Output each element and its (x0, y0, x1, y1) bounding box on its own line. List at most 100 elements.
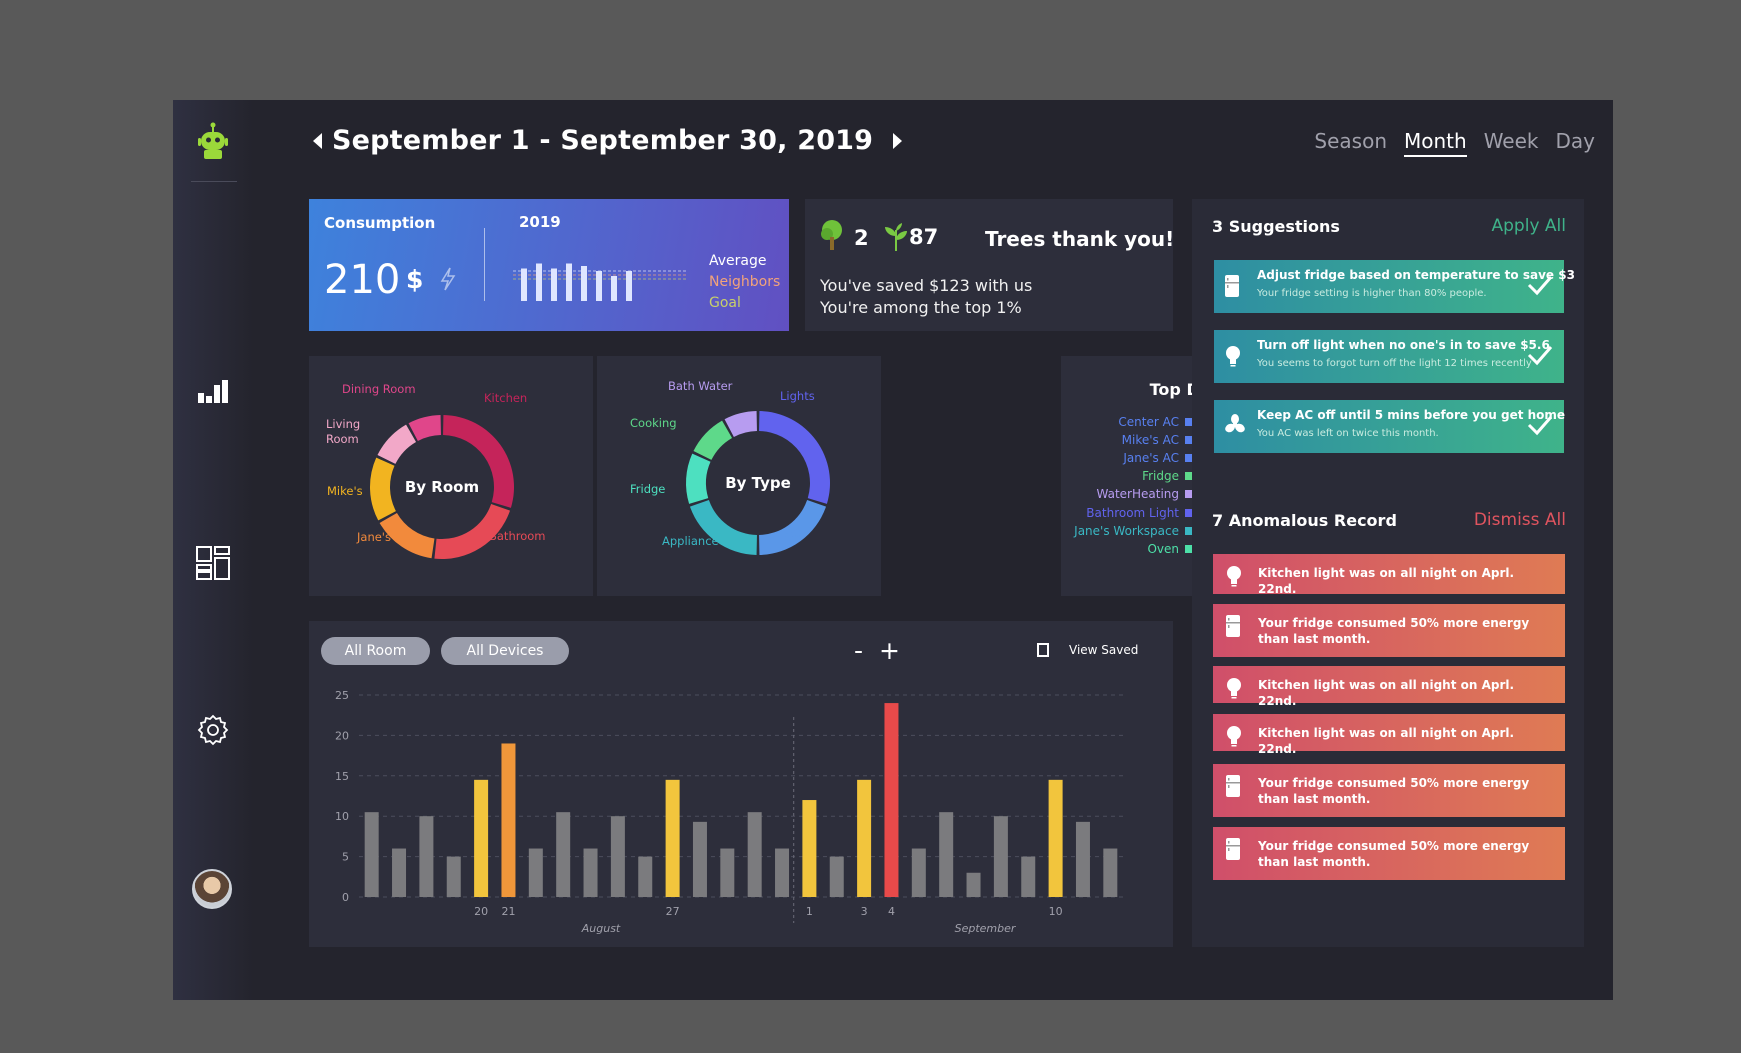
usage-bar (501, 743, 516, 897)
trees-headline: Trees thank you! (985, 227, 1175, 251)
checkmark-icon[interactable] (1526, 341, 1554, 373)
y-tick-label: 10 (335, 810, 349, 823)
usage-bar (474, 779, 489, 897)
donut-slice-label: Mike's (327, 484, 363, 498)
usage-bar (665, 779, 680, 897)
mini-bar (521, 268, 527, 301)
donut-slice-label: Appliance (662, 534, 719, 548)
donut-slice-label: AC (785, 526, 801, 540)
zoom-in-button[interactable]: + (879, 636, 900, 665)
tab-day[interactable]: Day (1556, 129, 1596, 157)
fridge-icon (1225, 774, 1241, 802)
settings-gear-icon[interactable] (173, 714, 253, 746)
usage-bar (1103, 848, 1118, 897)
consumption-year: 2019 (519, 213, 561, 231)
fridge-icon (1225, 614, 1241, 642)
tree-icon (819, 219, 845, 255)
checkmark-icon[interactable] (1526, 411, 1554, 443)
usage-bar (720, 848, 735, 897)
usage-bar (802, 800, 817, 897)
tab-month[interactable]: Month (1404, 129, 1467, 157)
consumption-label: Consumption (324, 214, 436, 232)
y-tick-label: 15 (335, 770, 349, 783)
by-room-donut-chart: By Room Kitchen Bathroom Jane's Mike's Living… (326, 382, 545, 559)
x-tick-label: 1 (806, 905, 813, 918)
usage-bar (419, 816, 434, 897)
next-period-arrow-icon[interactable] (893, 132, 903, 149)
lightbulb-icon (1224, 344, 1242, 372)
top-device-label: Jane's AC (1123, 451, 1179, 466)
top-device-label: Fridge (1142, 469, 1179, 484)
usage-bar-chart: 0 5 10 15 20 25 20 21 27 1 3 4 10 August September (335, 689, 1125, 935)
anomalies-title: 7 Anomalous Record (1212, 511, 1397, 530)
anomaly-text: Kitchen light was on all night on Aprl. … (1258, 726, 1515, 756)
prev-period-arrow-icon[interactable] (313, 132, 322, 149)
usage-bar (911, 848, 926, 897)
anomaly-record[interactable]: Your fridge consumed 50% more energy tha… (1213, 764, 1565, 817)
suggestion-card[interactable]: Turn off light when no one's in to save … (1214, 330, 1564, 383)
anomaly-record[interactable]: Kitchen light was on all night on Aprl. … (1213, 666, 1565, 708)
date-range-title: September 1 - September 30, 2019 (332, 125, 874, 156)
donut-slice (686, 453, 711, 504)
suggestion-card[interactable]: Keep AC off until 5 mins before you get … (1214, 400, 1566, 453)
x-tick-label: 3 (861, 905, 868, 918)
donut-slice-label: Jane's (356, 530, 391, 544)
by-room-card: By Room Kitchen Bathroom Jane's Mike's Living… (309, 356, 593, 596)
y-tick-label: 25 (335, 689, 349, 702)
x-tick-label: 10 (1049, 905, 1063, 918)
user-avatar[interactable] (192, 869, 232, 909)
anomaly-record[interactable]: Your fridge consumed 50% more energy tha… (1213, 604, 1565, 657)
anomaly-record[interactable]: Your fridge consumed 50% more energy tha… (1213, 827, 1565, 880)
usage-bar (1048, 779, 1063, 897)
donut-slice-label: Bath Water (668, 379, 733, 393)
zoom-out-button[interactable]: - (854, 636, 863, 665)
usage-bar (638, 856, 653, 897)
consumption-card: Consumption 210 $ 2019 Average Neighbors… (309, 199, 789, 331)
usage-bar (556, 812, 571, 897)
tab-week[interactable]: Week (1484, 129, 1539, 157)
anomaly-record[interactable]: Kitchen light was on all night on Aprl. … (1213, 714, 1565, 756)
suggestion-title: Keep AC off until 5 mins before you get … (1257, 408, 1566, 422)
apply-all-button[interactable]: Apply All (1492, 216, 1566, 236)
savings-line: You've saved $123 with us (820, 276, 1033, 295)
period-tabs: Season Month Week Day (1314, 129, 1595, 157)
donut-slice (408, 415, 441, 441)
usage-bar (993, 816, 1008, 897)
sidebar-divider (191, 181, 237, 182)
suggestion-card[interactable]: Adjust fridge based on temperature to sa… (1214, 260, 1575, 313)
mini-bar (596, 271, 602, 301)
anomaly-text: Kitchen light was on all night on Aprl. … (1258, 566, 1515, 596)
usage-bar (528, 848, 543, 897)
view-saved-checkbox[interactable] (1037, 643, 1049, 657)
tab-season[interactable]: Season (1314, 129, 1387, 157)
all-devices-filter-button[interactable]: All Devices (441, 637, 569, 665)
usage-bar (446, 856, 461, 897)
usage-bar (966, 872, 981, 897)
legend-goal: Goal (709, 295, 741, 311)
date-range-selector: September 1 - September 30, 2019 (313, 125, 903, 156)
app-window: September 1 - September 30, 2019 Season … (173, 100, 1613, 1000)
mini-bar (536, 263, 542, 301)
dashboard-grid-icon[interactable] (173, 546, 253, 580)
anomaly-text: Your fridge consumed 50% more energy tha… (1258, 839, 1530, 869)
dismiss-all-button[interactable]: Dismiss All (1474, 510, 1566, 530)
suggestion-title: Turn off light when no one's in to save … (1257, 338, 1550, 352)
currency-symbol: $ (406, 265, 424, 294)
donut-slice-label: Dining Room (342, 382, 416, 396)
trees-count: 2 (854, 226, 869, 250)
fridge-icon (1225, 837, 1241, 865)
by-type-card: By Type Lights AC Appliance Fridge Cooking Bat… (597, 356, 881, 596)
consumption-legend: Average Neighbors Goal (709, 251, 780, 314)
mini-bar (581, 266, 587, 301)
donut-slice-label: Bathroom (489, 529, 545, 543)
bar-chart-icon[interactable] (173, 379, 253, 405)
robot-logo-icon[interactable] (173, 122, 253, 162)
all-room-filter-button[interactable]: All Room (321, 637, 430, 665)
lightbulb-icon (1225, 564, 1243, 592)
anomaly-record[interactable]: Kitchen light was on all night on Aprl. … (1213, 554, 1565, 596)
checkmark-icon[interactable] (1526, 271, 1554, 303)
donut-slice-label: Kitchen (484, 391, 527, 405)
lightbulb-icon (1225, 724, 1243, 752)
donut-slice-label: Fridge (630, 482, 665, 496)
donut-slice (377, 424, 417, 464)
